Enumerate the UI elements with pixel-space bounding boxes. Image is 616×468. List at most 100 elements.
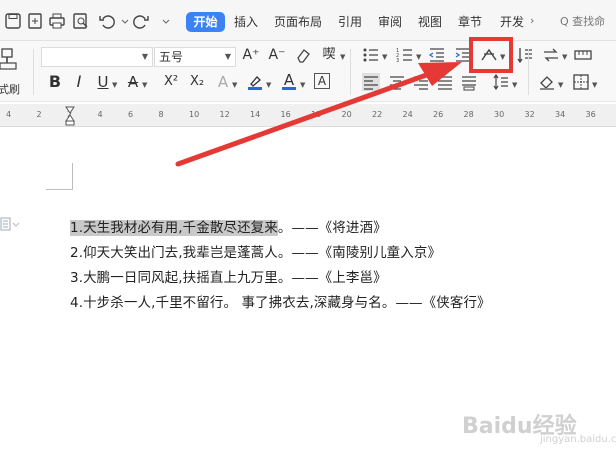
format-painter-button[interactable]: 式刷 (0, 45, 28, 97)
chevron-down-icon[interactable]: ▼ (382, 53, 387, 61)
ruler-tick: 14 (250, 110, 261, 119)
tabs-scroll-right-icon[interactable]: › (530, 14, 534, 27)
ruler-tick: 12 (219, 110, 230, 119)
chevron-down-icon[interactable]: ▼ (592, 81, 597, 89)
tab-insert[interactable]: 插入 (230, 12, 262, 32)
bold-button[interactable]: B (46, 73, 64, 91)
text-effect-button[interactable]: A (214, 73, 232, 91)
ruler-tick: 34 (555, 110, 566, 119)
more-quick-access-icon[interactable] (157, 12, 170, 30)
ruler-tick: 8 (158, 110, 164, 119)
align-left-icon[interactable] (362, 73, 380, 91)
font-color-button[interactable]: A (280, 71, 298, 90)
redo-icon[interactable] (132, 12, 150, 30)
chevron-down-icon[interactable]: ▼ (416, 53, 421, 61)
sort-icon[interactable] (516, 46, 534, 64)
format-painter-icon (0, 48, 17, 70)
print-icon[interactable] (48, 12, 66, 30)
tab-home[interactable]: 开始 (186, 12, 225, 32)
italic-button[interactable]: I (70, 73, 88, 91)
font-name-select[interactable]: ▼ (41, 47, 153, 67)
chevron-down-icon[interactable]: ▼ (512, 81, 517, 89)
chevron-down-icon[interactable]: ▼ (112, 81, 117, 89)
print-preview-icon[interactable] (72, 12, 90, 30)
ribbon-toolbar: 式刷 ▼ 五号 ▼ A⁺ A⁻ 喫 ▼ B I U ▼ A ▼ X² X₂ A … (0, 41, 616, 102)
title-tab-bar: 开始 插入 页面布局 引用 审阅 视图 章节 开发 › Q 查找命 (0, 0, 616, 41)
document-line-2[interactable]: 2.仰天大笑出门去,我辈岂是蓬蒿人。——《南陵别儿童入京》 (70, 241, 441, 261)
ruler-tick: 22 (372, 110, 383, 119)
undo-icon[interactable] (98, 12, 116, 30)
document-line-1[interactable]: 1.天生我材必有用,千金散尽还复来。——《将进酒》 (70, 216, 387, 236)
separator (350, 49, 351, 95)
distributed-align-icon[interactable] (460, 73, 478, 91)
bullet-list-icon[interactable] (362, 46, 380, 64)
strikethrough-button[interactable]: A (124, 73, 142, 91)
chevron-down-icon[interactable]: ▼ (558, 81, 563, 89)
tab-view[interactable]: 视图 (414, 12, 446, 32)
watermark-url: jingyan.baidu.com (540, 434, 616, 445)
document-line-4[interactable]: 4.十步杀一人,千里不留行。 事了拂衣去,深藏身与名。——《侠客行》 (70, 291, 491, 311)
superscript-button[interactable]: X² (160, 73, 182, 91)
ruler-tick: 4 (97, 110, 103, 119)
line-spacing-icon[interactable] (492, 73, 510, 91)
clear-format-icon[interactable] (294, 46, 312, 64)
text-direction-icon[interactable] (542, 46, 560, 64)
chevron-down-icon[interactable]: ▼ (232, 81, 237, 89)
selected-text[interactable]: 1.天生我材必有用,千金散尽还复来 (70, 220, 278, 236)
format-painter-label: 式刷 (0, 83, 20, 96)
ruler-tick: 36 (585, 110, 596, 119)
highlight-color-icon[interactable] (246, 73, 264, 91)
underline-button[interactable]: U (94, 73, 112, 91)
phonetic-guide-button[interactable]: 喫 (320, 46, 338, 64)
ruler-tick: 30 (494, 110, 505, 119)
line-text[interactable]: 3.大鹏一日同风起,扶摇直上九万里。——《上李邕》 (70, 270, 387, 286)
horizontal-ruler: 4 2 2 4 6 8 10 12 14 16 18 20 22 24 26 28 30 32 34 36 (0, 104, 616, 127)
tab-developer[interactable]: 开发 (496, 12, 528, 32)
justify-icon[interactable] (436, 73, 454, 91)
align-center-icon[interactable] (388, 73, 406, 91)
chevron-down-icon[interactable]: ▼ (266, 81, 271, 89)
ruler-tick: 18 (311, 110, 322, 119)
shading-icon[interactable] (538, 73, 556, 91)
shrink-font-button[interactable]: A⁻ (268, 46, 286, 64)
ruler-tick: 6 (128, 110, 134, 119)
chevron-down-icon[interactable]: ▼ (142, 81, 147, 89)
line-text[interactable]: 4.十步杀一人,千里不留行。 事了拂衣去,深藏身与名。——《侠客行》 (70, 295, 491, 311)
undo-dropdown-icon[interactable] (116, 12, 129, 30)
ruler-tick: 26 (433, 110, 444, 119)
decrease-indent-icon[interactable] (428, 46, 446, 64)
character-border-button[interactable]: A (314, 73, 330, 89)
line-text[interactable]: 。——《将进酒》 (278, 220, 387, 236)
subscript-button[interactable]: X₂ (186, 73, 208, 91)
grow-font-button[interactable]: A⁺ (242, 46, 260, 64)
ruler-tick: 2 (36, 110, 42, 119)
ruler-tick: 16 (280, 110, 291, 119)
ruler-toggle-icon[interactable] (574, 46, 592, 64)
document-line-3[interactable]: 3.大鹏一日同风起,扶摇直上九万里。——《上李邕》 (70, 266, 387, 286)
save-icon[interactable] (4, 12, 22, 30)
ruler-tick: 10 (189, 110, 200, 119)
search-command[interactable]: Q 查找命 (560, 13, 605, 29)
font-size-select[interactable]: 五号 ▼ (154, 47, 236, 67)
ruler-tick: 24 (402, 110, 413, 119)
separator (528, 49, 529, 95)
tab-chapter[interactable]: 章节 (454, 12, 486, 32)
ruler-tick: 4 (6, 110, 12, 119)
indent-marker-icon[interactable] (65, 106, 75, 126)
svg-text:3: 3 (396, 58, 399, 64)
separator (33, 49, 34, 95)
page-corner-mark (46, 163, 73, 190)
line-text[interactable]: 2.仰天大笑出门去,我辈岂是蓬蒿人。——《南陵别儿童入京》 (70, 245, 441, 261)
borders-icon[interactable] (572, 73, 590, 91)
chevron-down-icon[interactable]: ▼ (300, 81, 305, 89)
align-right-icon[interactable] (412, 73, 430, 91)
tab-page-layout[interactable]: 页面布局 (270, 12, 326, 32)
chevron-down-icon: ▼ (224, 52, 231, 61)
chevron-down-icon[interactable]: ▼ (340, 53, 345, 61)
numbered-list-icon[interactable]: 123 (396, 46, 414, 64)
chevron-down-icon[interactable]: ▼ (562, 53, 567, 61)
tab-references[interactable]: 引用 (334, 12, 366, 32)
paragraph-layout-icon[interactable] (0, 216, 20, 231)
tab-review[interactable]: 审阅 (374, 12, 406, 32)
export-pdf-icon[interactable] (26, 12, 44, 30)
